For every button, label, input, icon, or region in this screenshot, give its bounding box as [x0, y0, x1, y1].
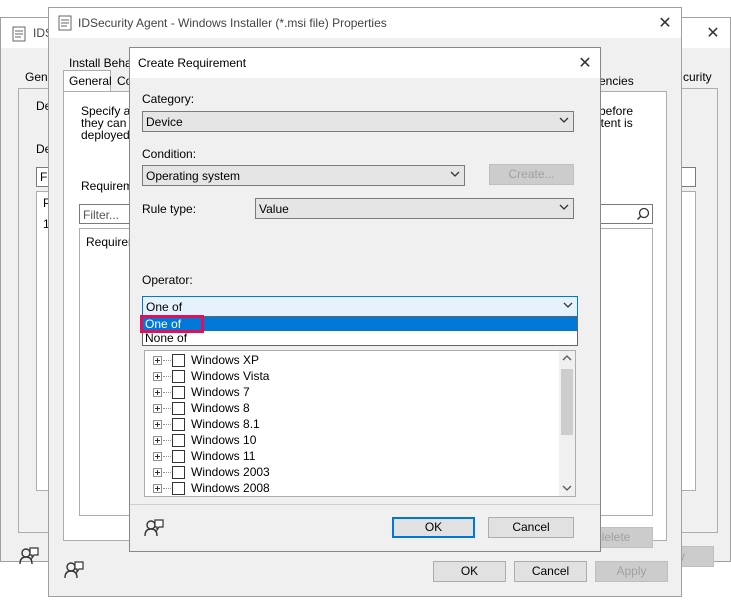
os-tree: Windows XP Windows Vista Windows 7 Windo…	[144, 350, 576, 497]
chevron-down-icon	[559, 204, 569, 210]
condition-value: Operating system	[146, 169, 241, 183]
search-icon[interactable]	[636, 207, 650, 221]
option-none-of-label: None of	[145, 331, 188, 345]
tree-scrollbar[interactable]	[559, 351, 575, 496]
ok-button[interactable]: OK	[433, 561, 506, 582]
operator-select[interactable]: One of	[142, 296, 578, 317]
tree-label: Windows 10	[191, 433, 257, 447]
tree-connector	[163, 424, 171, 425]
category-select[interactable]: Device	[142, 111, 574, 132]
checkbox[interactable]	[172, 418, 185, 431]
chevron-down-icon	[563, 302, 573, 308]
tab-install-behavior[interactable]: Install Behav	[69, 56, 138, 70]
option-one-of[interactable]: One of	[143, 317, 577, 331]
back-tab-security[interactable]: curity	[683, 70, 712, 84]
condition-select[interactable]: Operating system	[142, 165, 465, 186]
operator-dropdown-list: One of None of	[140, 315, 578, 346]
dialog-titlebar: Create Requirement ✕	[130, 48, 600, 78]
window-icon	[12, 26, 26, 42]
expand-icon[interactable]	[153, 452, 162, 461]
close-icon[interactable]: ✕	[656, 13, 674, 33]
tree-connector	[163, 360, 171, 361]
expand-icon[interactable]	[153, 468, 162, 477]
tree-connector	[163, 392, 171, 393]
option-none-of[interactable]: None of	[143, 331, 577, 345]
highlight-annotation	[140, 315, 204, 333]
expand-icon[interactable]	[153, 372, 162, 381]
operator-label: Operator:	[142, 273, 193, 287]
category-value: Device	[146, 115, 183, 129]
dialog-cancel-button[interactable]: Cancel	[488, 517, 574, 538]
scroll-down-icon[interactable]	[562, 484, 572, 492]
tree-label: Windows 7	[191, 385, 250, 399]
category-label: Category:	[142, 92, 195, 106]
tree-connector	[163, 456, 171, 457]
tree-label: Windows 8.1	[191, 417, 260, 431]
scroll-thumb[interactable]	[561, 369, 573, 435]
dialog-title: Create Requirement	[138, 56, 247, 70]
create-button[interactable]: Create...	[489, 164, 574, 185]
tree-label: Windows 11	[191, 449, 256, 463]
checkbox[interactable]	[172, 434, 185, 447]
rule-type-label: Rule type:	[142, 202, 197, 216]
checkbox[interactable]	[172, 354, 185, 367]
tab-general-label: General	[69, 74, 112, 88]
expand-icon[interactable]	[153, 484, 162, 493]
dialog-separator	[130, 504, 600, 505]
checkbox[interactable]	[172, 466, 185, 479]
tree-label: Windows 8	[191, 401, 250, 415]
filter-placeholder: Filter...	[83, 208, 120, 222]
properties-icon	[58, 15, 72, 31]
rule-type-select[interactable]: Value	[255, 198, 574, 219]
user-help-icon[interactable]	[18, 545, 40, 567]
properties-window-title: IDSecurity Agent - Windows Installer (*.…	[78, 16, 387, 30]
checkbox[interactable]	[172, 386, 185, 399]
tab-general[interactable]: General	[63, 70, 112, 92]
apply-button[interactable]: Apply	[595, 561, 668, 582]
condition-label: Condition:	[142, 147, 197, 161]
rule-type-value: Value	[259, 202, 289, 216]
checkbox[interactable]	[172, 482, 185, 495]
close-icon[interactable]: ✕	[576, 53, 594, 73]
tab-dependencies[interactable]: encies	[599, 74, 634, 88]
checkbox[interactable]	[172, 402, 185, 415]
checkbox[interactable]	[172, 370, 185, 383]
tree-connector	[163, 376, 171, 377]
create-requirement-dialog: Create Requirement ✕ Category: Device Co…	[129, 47, 601, 552]
cancel-button[interactable]: Cancel	[514, 561, 587, 582]
scroll-up-icon[interactable]	[562, 354, 572, 362]
properties-window-titlebar: IDSecurity Agent - Windows Installer (*.…	[49, 8, 681, 38]
expand-icon[interactable]	[153, 388, 162, 397]
tree-connector	[163, 472, 171, 473]
dialog-ok-button[interactable]: OK	[392, 517, 475, 538]
operator-value: One of	[146, 300, 183, 314]
tree-connector	[163, 440, 171, 441]
tree-label: Windows Vista	[191, 369, 270, 383]
expand-icon[interactable]	[153, 436, 162, 445]
tree-label: Windows XP	[191, 353, 260, 367]
expand-icon[interactable]	[153, 404, 162, 413]
chevron-down-icon	[559, 117, 569, 123]
close-icon[interactable]: ✕	[704, 23, 722, 43]
user-help-icon[interactable]	[143, 517, 165, 539]
tree-label: Windows 2008	[191, 481, 270, 495]
expand-icon[interactable]	[153, 356, 162, 365]
checkbox[interactable]	[172, 450, 185, 463]
expand-icon[interactable]	[153, 420, 162, 429]
tree-label: Windows 2003	[191, 465, 270, 479]
tree-connector	[163, 488, 171, 489]
tree-connector	[163, 408, 171, 409]
user-help-icon[interactable]	[63, 559, 85, 581]
chevron-down-icon	[450, 171, 460, 177]
